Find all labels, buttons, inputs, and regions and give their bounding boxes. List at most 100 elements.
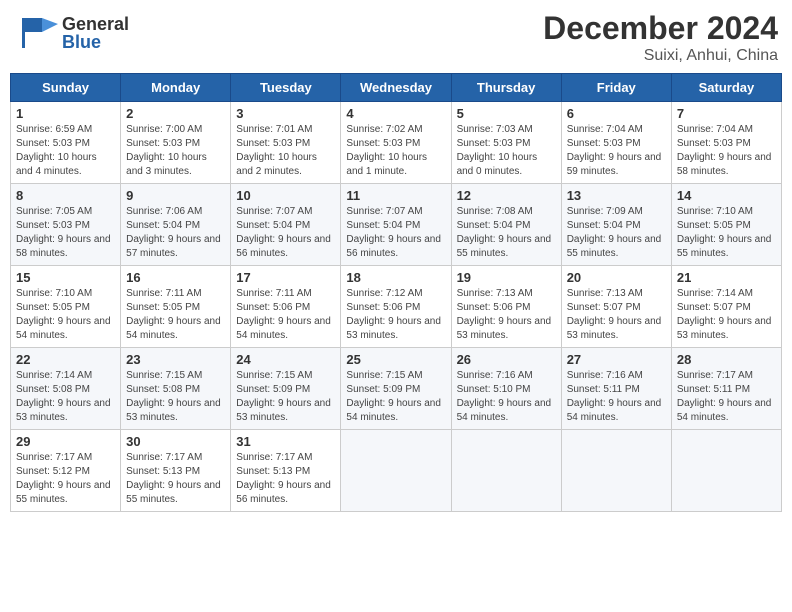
day-info: Sunrise: 7:17 AM Sunset: 5:12 PM Dayligh… [16, 451, 115, 507]
sunrise-label: Sunrise: 7:17 AM [236, 452, 312, 463]
daylight-label: Daylight: 10 hours and 4 minutes. [16, 152, 97, 177]
sunset-label: Sunset: 5:04 PM [457, 220, 531, 231]
header-wednesday: Wednesday [341, 74, 451, 102]
logo: General Blue [14, 10, 129, 56]
day-info: Sunrise: 7:04 AM Sunset: 5:03 PM Dayligh… [677, 123, 776, 179]
daylight-label: Daylight: 9 hours and 54 minutes. [457, 398, 552, 423]
sunset-label: Sunset: 5:04 PM [126, 220, 200, 231]
sunrise-label: Sunrise: 7:17 AM [677, 370, 753, 381]
day-number: 28 [677, 352, 776, 367]
sunset-label: Sunset: 5:04 PM [567, 220, 641, 231]
sunset-label: Sunset: 5:03 PM [346, 138, 420, 149]
sunset-label: Sunset: 5:04 PM [346, 220, 420, 231]
daylight-label: Daylight: 9 hours and 54 minutes. [16, 316, 111, 341]
table-row: 24 Sunrise: 7:15 AM Sunset: 5:09 PM Dayl… [231, 348, 341, 430]
sunrise-label: Sunrise: 7:04 AM [677, 124, 753, 135]
daylight-label: Daylight: 9 hours and 58 minutes. [16, 234, 111, 259]
day-info: Sunrise: 7:08 AM Sunset: 5:04 PM Dayligh… [457, 205, 556, 261]
day-info: Sunrise: 7:17 AM Sunset: 5:11 PM Dayligh… [677, 369, 776, 425]
weekday-header-row: Sunday Monday Tuesday Wednesday Thursday… [11, 74, 782, 102]
day-number: 16 [126, 270, 225, 285]
daylight-label: Daylight: 9 hours and 56 minutes. [346, 234, 441, 259]
sunset-label: Sunset: 5:13 PM [126, 466, 200, 477]
sunset-label: Sunset: 5:12 PM [16, 466, 90, 477]
table-row: 27 Sunrise: 7:16 AM Sunset: 5:11 PM Dayl… [561, 348, 671, 430]
day-info: Sunrise: 7:15 AM Sunset: 5:09 PM Dayligh… [346, 369, 445, 425]
sunrise-label: Sunrise: 7:12 AM [346, 288, 422, 299]
table-row: 18 Sunrise: 7:12 AM Sunset: 5:06 PM Dayl… [341, 266, 451, 348]
table-row: 9 Sunrise: 7:06 AM Sunset: 5:04 PM Dayli… [121, 184, 231, 266]
logo-general: General [62, 15, 129, 33]
daylight-label: Daylight: 9 hours and 59 minutes. [567, 152, 662, 177]
title-area: December 2024 Suixi, Anhui, China [543, 10, 778, 65]
table-row: 1 Sunrise: 6:59 AM Sunset: 5:03 PM Dayli… [11, 102, 121, 184]
day-number: 25 [346, 352, 445, 367]
sunset-label: Sunset: 5:03 PM [16, 138, 90, 149]
sunrise-label: Sunrise: 7:17 AM [126, 452, 202, 463]
sunrise-label: Sunrise: 7:06 AM [126, 206, 202, 217]
header-thursday: Thursday [451, 74, 561, 102]
table-row: 5 Sunrise: 7:03 AM Sunset: 5:03 PM Dayli… [451, 102, 561, 184]
table-row: 30 Sunrise: 7:17 AM Sunset: 5:13 PM Dayl… [121, 430, 231, 512]
day-number: 15 [16, 270, 115, 285]
table-row: 20 Sunrise: 7:13 AM Sunset: 5:07 PM Dayl… [561, 266, 671, 348]
table-row: 8 Sunrise: 7:05 AM Sunset: 5:03 PM Dayli… [11, 184, 121, 266]
page-header: General Blue December 2024 Suixi, Anhui,… [10, 10, 782, 65]
logo-icon [14, 10, 60, 56]
day-info: Sunrise: 7:04 AM Sunset: 5:03 PM Dayligh… [567, 123, 666, 179]
sunrise-label: Sunrise: 7:09 AM [567, 206, 643, 217]
day-number: 11 [346, 188, 445, 203]
sunrise-label: Sunrise: 7:13 AM [567, 288, 643, 299]
daylight-label: Daylight: 9 hours and 53 minutes. [567, 316, 662, 341]
sunset-label: Sunset: 5:11 PM [677, 384, 750, 395]
logo-blue: Blue [62, 33, 129, 51]
daylight-label: Daylight: 9 hours and 57 minutes. [126, 234, 221, 259]
day-info: Sunrise: 7:17 AM Sunset: 5:13 PM Dayligh… [126, 451, 225, 507]
table-row [671, 430, 781, 512]
day-number: 26 [457, 352, 556, 367]
daylight-label: Daylight: 10 hours and 3 minutes. [126, 152, 207, 177]
daylight-label: Daylight: 9 hours and 56 minutes. [236, 480, 331, 505]
day-number: 3 [236, 106, 335, 121]
table-row: 3 Sunrise: 7:01 AM Sunset: 5:03 PM Dayli… [231, 102, 341, 184]
daylight-label: Daylight: 9 hours and 54 minutes. [346, 398, 441, 423]
sunset-label: Sunset: 5:03 PM [677, 138, 751, 149]
sunrise-label: Sunrise: 7:10 AM [677, 206, 753, 217]
sunset-label: Sunset: 5:08 PM [16, 384, 90, 395]
table-row: 10 Sunrise: 7:07 AM Sunset: 5:04 PM Dayl… [231, 184, 341, 266]
header-tuesday: Tuesday [231, 74, 341, 102]
sunset-label: Sunset: 5:04 PM [236, 220, 310, 231]
day-number: 14 [677, 188, 776, 203]
daylight-label: Daylight: 9 hours and 55 minutes. [677, 234, 772, 259]
day-number: 12 [457, 188, 556, 203]
table-row: 29 Sunrise: 7:17 AM Sunset: 5:12 PM Dayl… [11, 430, 121, 512]
table-row: 15 Sunrise: 7:10 AM Sunset: 5:05 PM Dayl… [11, 266, 121, 348]
sunrise-label: Sunrise: 6:59 AM [16, 124, 92, 135]
day-info: Sunrise: 7:16 AM Sunset: 5:10 PM Dayligh… [457, 369, 556, 425]
day-info: Sunrise: 7:15 AM Sunset: 5:09 PM Dayligh… [236, 369, 335, 425]
sunset-label: Sunset: 5:06 PM [346, 302, 420, 313]
day-info: Sunrise: 7:07 AM Sunset: 5:04 PM Dayligh… [346, 205, 445, 261]
daylight-label: Daylight: 9 hours and 53 minutes. [126, 398, 221, 423]
sunset-label: Sunset: 5:03 PM [457, 138, 531, 149]
sunrise-label: Sunrise: 7:15 AM [236, 370, 312, 381]
daylight-label: Daylight: 9 hours and 56 minutes. [236, 234, 331, 259]
day-number: 6 [567, 106, 666, 121]
sunrise-label: Sunrise: 7:13 AM [457, 288, 533, 299]
sunrise-label: Sunrise: 7:11 AM [236, 288, 311, 299]
sunrise-label: Sunrise: 7:14 AM [677, 288, 753, 299]
table-row: 2 Sunrise: 7:00 AM Sunset: 5:03 PM Dayli… [121, 102, 231, 184]
table-row [451, 430, 561, 512]
day-info: Sunrise: 7:12 AM Sunset: 5:06 PM Dayligh… [346, 287, 445, 343]
sunrise-label: Sunrise: 7:15 AM [346, 370, 422, 381]
daylight-label: Daylight: 9 hours and 55 minutes. [16, 480, 111, 505]
header-saturday: Saturday [671, 74, 781, 102]
sunrise-label: Sunrise: 7:04 AM [567, 124, 643, 135]
table-row [341, 430, 451, 512]
sunrise-label: Sunrise: 7:00 AM [126, 124, 202, 135]
day-number: 27 [567, 352, 666, 367]
sunset-label: Sunset: 5:06 PM [236, 302, 310, 313]
day-number: 18 [346, 270, 445, 285]
day-info: Sunrise: 7:10 AM Sunset: 5:05 PM Dayligh… [677, 205, 776, 261]
day-number: 24 [236, 352, 335, 367]
